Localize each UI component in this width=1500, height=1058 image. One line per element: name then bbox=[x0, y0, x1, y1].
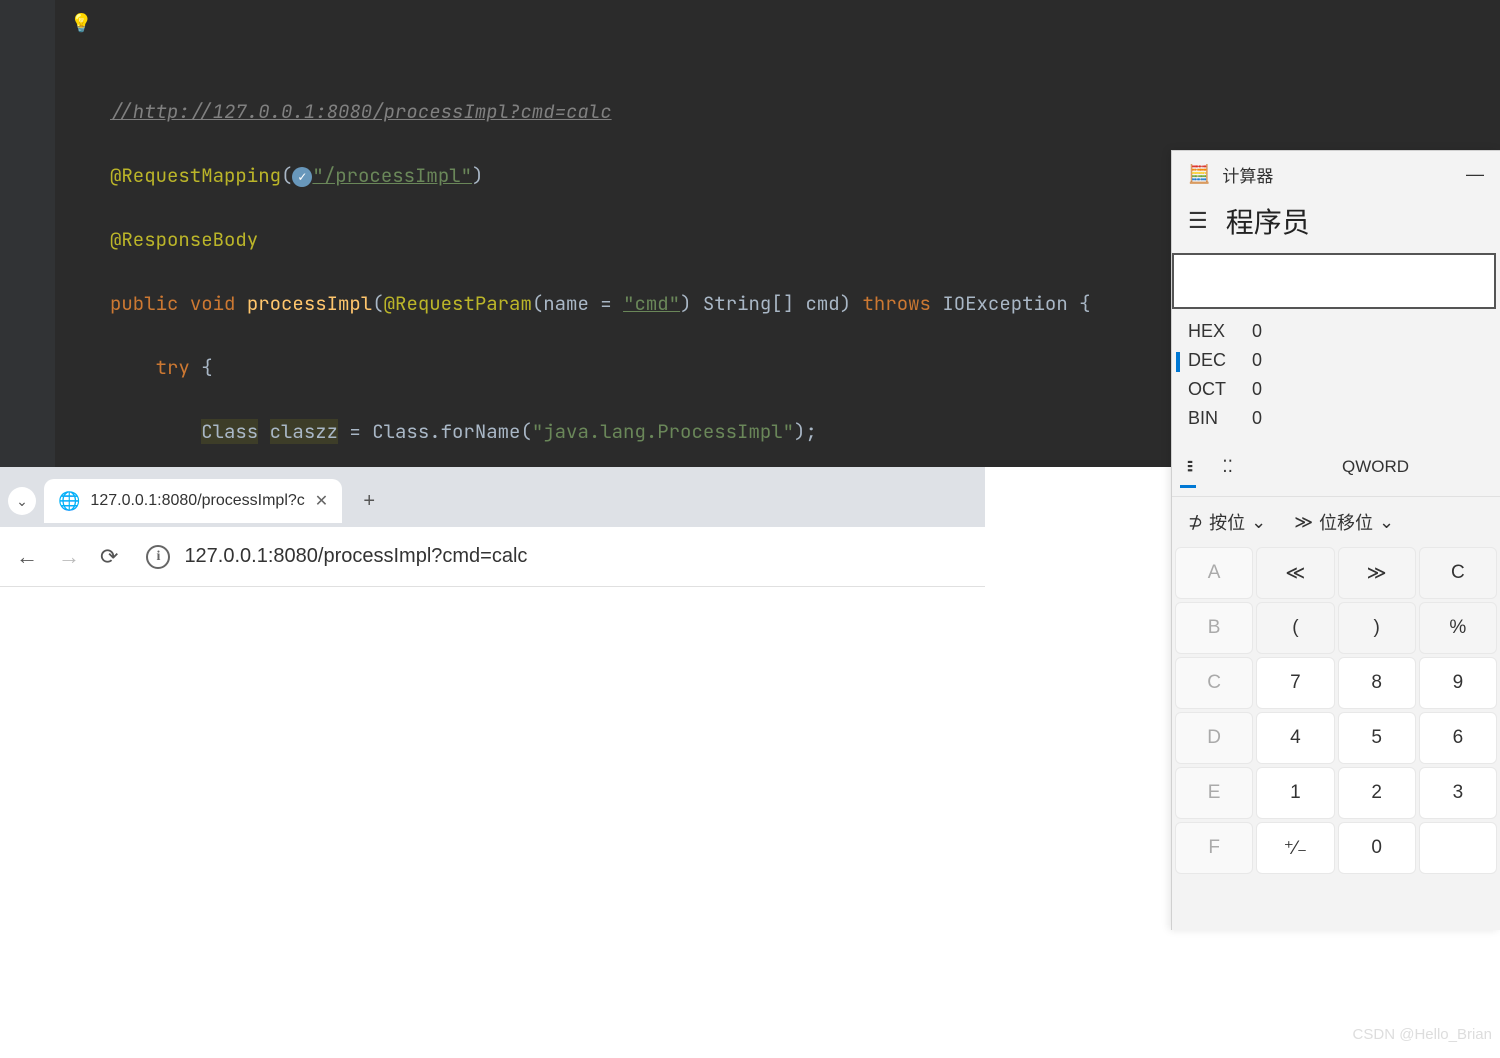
word-size-button[interactable]: QWORD bbox=[1259, 449, 1492, 488]
base-hex[interactable]: HEX0 bbox=[1188, 317, 1484, 346]
globe-icon: ✓ bbox=[292, 167, 312, 187]
key-1[interactable]: 1 bbox=[1256, 767, 1334, 819]
new-tab-button[interactable]: + bbox=[354, 486, 384, 516]
key-e[interactable]: E bbox=[1175, 767, 1253, 819]
key-rparen[interactable]: ) bbox=[1338, 602, 1416, 654]
minimize-button[interactable]: — bbox=[1466, 164, 1484, 185]
browser-viewport bbox=[0, 587, 985, 1047]
forward-button[interactable]: → bbox=[58, 544, 80, 570]
key-2[interactable]: 2 bbox=[1338, 767, 1416, 819]
menu-icon[interactable]: ☰ bbox=[1188, 208, 1208, 234]
key-rshift[interactable]: ≫ bbox=[1338, 547, 1416, 599]
base-bin[interactable]: BIN0 bbox=[1188, 404, 1484, 433]
calculator-icon: 🧮 bbox=[1188, 164, 1210, 185]
url-text: 127.0.0.1:8080/processImpl?cmd=calc bbox=[184, 545, 527, 568]
key-a[interactable]: A bbox=[1175, 547, 1253, 599]
full-keypad-icon[interactable]: ⁝⁝⁝ bbox=[1180, 449, 1196, 488]
site-info-icon[interactable]: i bbox=[146, 545, 170, 569]
base-list: HEX0 DEC0 OCT0 BIN0 bbox=[1172, 309, 1500, 441]
key-percent[interactable]: % bbox=[1419, 602, 1497, 654]
key-f[interactable]: F bbox=[1175, 822, 1253, 874]
calc-mode-title: 程序员 bbox=[1226, 201, 1310, 241]
bitshift-dropdown[interactable]: ≫ 位移位 ⌄ bbox=[1294, 509, 1394, 535]
back-button[interactable]: ← bbox=[16, 544, 38, 570]
bit-toggle-icon[interactable]: ⁚⁚ bbox=[1216, 449, 1239, 488]
key-4[interactable]: 4 bbox=[1256, 712, 1334, 764]
keypad-mode-bar: ⁝⁝⁝ ⁚⁚ QWORD bbox=[1172, 441, 1500, 497]
keypad: A ≪ ≫ C B ( ) % C 7 8 9 D 4 5 6 E 1 2 3 … bbox=[1172, 547, 1500, 874]
display[interactable] bbox=[1172, 253, 1496, 309]
key-d[interactable]: D bbox=[1175, 712, 1253, 764]
url-bar[interactable]: i 127.0.0.1:8080/processImpl?cmd=calc bbox=[138, 545, 969, 569]
key-8[interactable]: 8 bbox=[1338, 657, 1416, 709]
tab-title: 127.0.0.1:8080/processImpl?c bbox=[90, 492, 304, 510]
bitops-row: ⊅ 按位 ⌄ ≫ 位移位 ⌄ bbox=[1172, 497, 1500, 547]
key-lparen[interactable]: ( bbox=[1256, 602, 1334, 654]
base-oct[interactable]: OCT0 bbox=[1188, 375, 1484, 404]
base-dec[interactable]: DEC0 bbox=[1188, 346, 1484, 375]
key-3[interactable]: 3 bbox=[1419, 767, 1497, 819]
tab-bar: ⌄ 🌐 127.0.0.1:8080/processImpl?c ✕ + bbox=[0, 467, 985, 527]
editor-gutter bbox=[0, 0, 55, 467]
key-7[interactable]: 7 bbox=[1256, 657, 1334, 709]
browser-tab[interactable]: 🌐 127.0.0.1:8080/processImpl?c ✕ bbox=[44, 479, 342, 523]
key-lshift[interactable]: ≪ bbox=[1256, 547, 1334, 599]
key-5[interactable]: 5 bbox=[1338, 712, 1416, 764]
lightbulb-icon[interactable]: 💡 bbox=[70, 8, 92, 40]
watermark: CSDN @Hello_Brian bbox=[1353, 1026, 1492, 1043]
globe-icon: 🌐 bbox=[58, 491, 80, 512]
browser-window: ⌄ 🌐 127.0.0.1:8080/processImpl?c ✕ + ← →… bbox=[0, 467, 985, 1047]
key-c[interactable]: C bbox=[1175, 657, 1253, 709]
browser-toolbar: ← → ⟳ i 127.0.0.1:8080/processImpl?cmd=c… bbox=[0, 527, 985, 587]
key-9[interactable]: 9 bbox=[1419, 657, 1497, 709]
comment-url: //http://127.0.0.1:8080/processImpl?cmd=… bbox=[110, 99, 612, 124]
calculator-window: 🧮 计算器 — ☰ 程序员 HEX0 DEC0 OCT0 BIN0 ⁝⁝⁝ ⁚⁚… bbox=[1171, 150, 1500, 930]
titlebar[interactable]: 🧮 计算器 — bbox=[1172, 151, 1500, 197]
bitwise-dropdown[interactable]: ⊅ 按位 ⌄ bbox=[1188, 509, 1266, 535]
tab-search-button[interactable]: ⌄ bbox=[8, 487, 36, 515]
key-empty[interactable] bbox=[1419, 822, 1497, 874]
window-title: 计算器 bbox=[1222, 162, 1454, 187]
key-clear[interactable]: C bbox=[1419, 547, 1497, 599]
key-sign[interactable]: ⁺⁄₋ bbox=[1256, 822, 1334, 874]
calc-header: ☰ 程序员 bbox=[1172, 197, 1500, 253]
close-tab-button[interactable]: ✕ bbox=[315, 491, 328, 511]
key-0[interactable]: 0 bbox=[1338, 822, 1416, 874]
reload-button[interactable]: ⟳ bbox=[100, 544, 118, 570]
key-b[interactable]: B bbox=[1175, 602, 1253, 654]
key-6[interactable]: 6 bbox=[1419, 712, 1497, 764]
